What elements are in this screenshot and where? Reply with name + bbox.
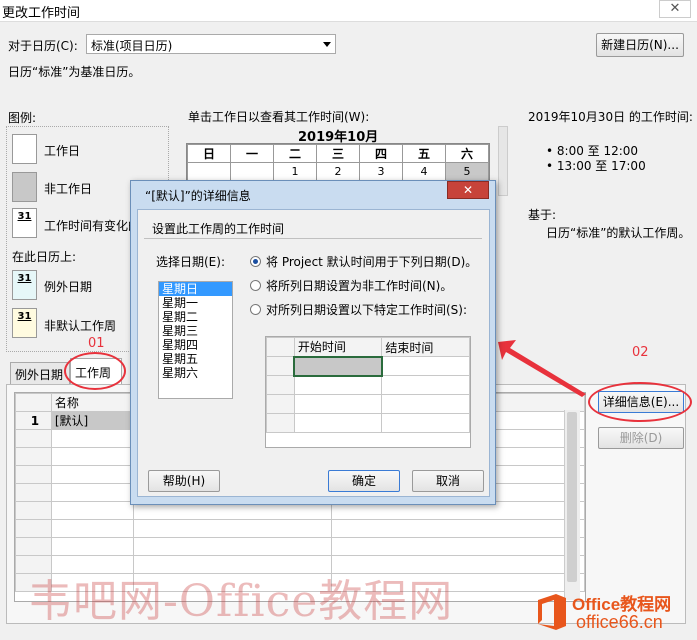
legend-edited: 工作时间有变化的: [44, 219, 141, 233]
watermark-text: 韦吧网-Office教程网: [28, 576, 454, 627]
weekday-header: 三: [316, 144, 360, 163]
annotation-label-01: 01: [88, 336, 105, 351]
calendar-day[interactable]: [230, 162, 274, 181]
dialog-section-title: 设置此工作周的工作时间: [152, 222, 285, 236]
weekday-header: 六: [445, 144, 489, 163]
day-item[interactable]: 星期一: [159, 296, 232, 310]
cancel-button[interactable]: 取消: [412, 470, 484, 492]
calendar-day[interactable]: 5: [445, 162, 489, 181]
weekday-header: 五: [402, 144, 446, 163]
dialog-title: “[默认]”的详细信息: [145, 189, 251, 203]
divider: [144, 238, 482, 239]
logo-line2: office66.cn: [576, 612, 663, 632]
weekday-header: 日: [187, 144, 231, 163]
calendar-select-label: 对于日历(C):: [8, 39, 78, 53]
exception-day-swatch: 31: [12, 270, 37, 300]
day-list[interactable]: 星期日 星期一 星期二 星期三 星期四 星期五 星期六: [158, 281, 233, 399]
chevron-down-icon: [323, 42, 331, 47]
details-dialog: “[默认]”的详细信息 ✕ 设置此工作周的工作时间 选择日期(E): 星期日 星…: [130, 180, 496, 505]
day-item[interactable]: 星期六: [159, 366, 232, 380]
legend-exception: 例外日期: [44, 280, 93, 294]
window-title: 更改工作时间: [2, 6, 81, 21]
title-bar: 更改工作时间 ✕: [0, 0, 697, 22]
column-end-time: 结束时间: [381, 337, 470, 357]
name-cell[interactable]: [默认]: [50, 411, 134, 430]
delete-button[interactable]: 删除(D): [598, 427, 684, 449]
annotation-label-02: 02: [632, 345, 649, 360]
office-logo-icon: [538, 594, 566, 630]
day-item[interactable]: 星期三: [159, 324, 232, 338]
nonworking-day-swatch: [12, 172, 37, 202]
legend-nondefault: 非默认工作周: [44, 319, 117, 333]
based-on-desc: 日历“标准”的默认工作周。: [546, 226, 691, 240]
legend-working: 工作日: [44, 144, 81, 158]
based-on-label: 基于:: [528, 208, 557, 222]
start-time-cell[interactable]: [293, 355, 383, 377]
working-times-heading: 2019年10月30日 的工作时间:: [528, 110, 693, 124]
weekday-header: 四: [359, 144, 403, 163]
legend-on-this-calendar: 在此日历上:: [12, 250, 77, 264]
edited-hours-swatch: 31: [12, 208, 37, 238]
calendar-day[interactable]: [187, 162, 231, 181]
row-number: 1: [15, 411, 52, 430]
day-item[interactable]: 星期五: [159, 352, 232, 366]
column-start-time: 开始时间: [293, 337, 383, 357]
row-header-corner: [15, 393, 52, 412]
annotation-circle-01: [64, 352, 126, 390]
window-close-button[interactable]: ✕: [659, 0, 691, 18]
calendar-day[interactable]: 1: [273, 162, 317, 181]
calendar-instruction: 单击工作日以查看其工作时间(W):: [188, 110, 370, 124]
annotation-arrow: [498, 340, 586, 397]
option-default-time: 将 Project 默认时间用于下列日期(D)。: [266, 255, 478, 269]
day-item[interactable]: 星期二: [159, 310, 232, 324]
select-day-label: 选择日期(E):: [156, 255, 225, 269]
calendar-select-value: 标准(项目日历): [91, 39, 173, 53]
working-day-swatch: [12, 134, 37, 164]
calendar-day[interactable]: 4: [402, 162, 446, 181]
legend-nonworking: 非工作日: [44, 182, 93, 196]
option-nonworking: 将所列日期设置为非工作时间(N)。: [266, 279, 453, 293]
working-time-2: • 13:00 至 17:00: [546, 159, 646, 173]
working-time-table[interactable]: 开始时间 结束时间: [265, 336, 471, 448]
weekday-header: 二: [273, 144, 317, 163]
tab-exceptions[interactable]: 例外日期: [10, 362, 70, 386]
new-calendar-button[interactable]: 新建日历(N)...: [596, 33, 684, 57]
ok-button[interactable]: 确定: [328, 470, 400, 492]
day-item[interactable]: 星期日: [159, 282, 232, 296]
calendar-select[interactable]: 标准(项目日历): [86, 34, 336, 54]
base-calendar-note: 日历“标准”为基准日历。: [8, 65, 141, 79]
column-header-name: 名称: [50, 393, 134, 412]
day-item[interactable]: 星期四: [159, 338, 232, 352]
office-logo: Office教程网 office66.cn: [532, 588, 692, 636]
annotation-circle-02: [588, 382, 692, 422]
legend-title: 图例:: [8, 111, 37, 125]
nondefault-week-swatch: 31: [12, 308, 37, 338]
radio-default-time[interactable]: [250, 256, 261, 267]
help-button[interactable]: 帮助(H): [148, 470, 220, 492]
dialog-body: 设置此工作周的工作时间 选择日期(E): 星期日 星期一 星期二 星期三 星期四…: [137, 209, 490, 497]
end-time-cell[interactable]: [381, 356, 470, 376]
dialog-close-button[interactable]: ✕: [447, 181, 489, 199]
grid-scrollbar-thumb[interactable]: [567, 412, 577, 582]
calendar-day[interactable]: 3: [359, 162, 403, 181]
weekday-header: 一: [230, 144, 274, 163]
calendar-scrollbar[interactable]: [498, 126, 508, 196]
radio-specific-time[interactable]: [250, 304, 261, 315]
month-calendar[interactable]: 日 一 二 三 四 五 六 1 2 3 4 5: [186, 143, 490, 185]
option-specific-time: 对所列日期设置以下特定工作时间(S):: [266, 303, 468, 317]
calendar-day[interactable]: 2: [316, 162, 360, 181]
radio-nonworking[interactable]: [250, 280, 261, 291]
